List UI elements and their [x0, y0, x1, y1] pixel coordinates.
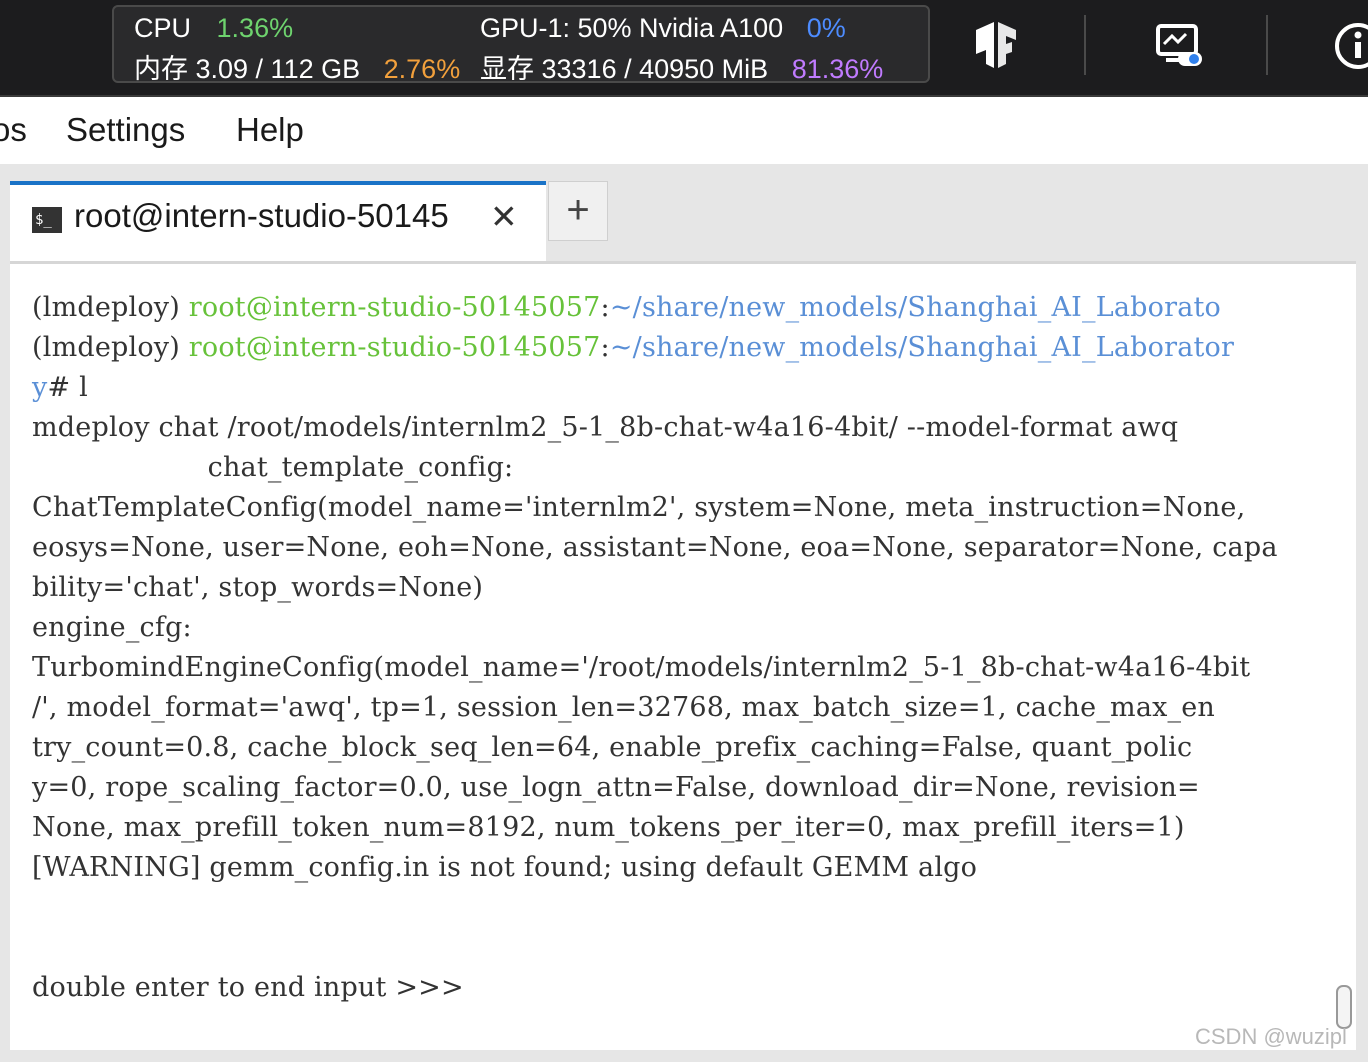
prompt-colon: :: [600, 332, 610, 363]
menu-item-settings[interactable]: Settings: [66, 111, 185, 149]
vram-row: 显存 33316 / 40950 MiB 81.36%: [480, 47, 883, 86]
prompt-colon: :: [600, 292, 610, 323]
terminal-line: None, max_prefill_token_num=8192, num_to…: [32, 812, 1185, 843]
gpu-label: GPU-1: 50% Nvidia A100: [480, 13, 784, 43]
terminal-line: engine_cfg:: [32, 612, 192, 643]
terminal-line: y=0, rope_scaling_factor=0.0, use_logn_a…: [32, 772, 1200, 803]
terminal-line: (lmdeploy) root@intern-studio-50145057:~…: [32, 292, 1221, 323]
menu-bar: os Settings Help: [0, 97, 1368, 164]
watermark: CSDN @wuzipl: [1195, 1024, 1347, 1049]
gpu-value: 0%: [806, 13, 846, 43]
terminal-tab[interactable]: $_ root@intern-studio-50145 ✕: [10, 181, 546, 264]
terminal-line: try_count=0.8, cache_block_seq_len=64, e…: [32, 732, 1193, 763]
terminal-line: ChatTemplateConfig(model_name='internlm2…: [32, 492, 1246, 523]
input-prompt: double enter to end input >>>: [32, 972, 464, 1003]
prompt-user: root@intern-studio-50145057: [188, 292, 601, 323]
terminal-line: [WARNING] gemm_config.in is not found; u…: [32, 852, 978, 883]
resource-monitor: CPU 1.36% 内存 3.09 / 112 GB 2.76% GPU-1: …: [112, 5, 930, 86]
new-tab-button[interactable]: +: [548, 181, 608, 241]
command-text: # l: [47, 372, 88, 403]
mem-row: 内存 3.09 / 112 GB 2.76%: [134, 47, 460, 86]
gpu-row: GPU-1: 50% Nvidia A100 0%: [480, 13, 846, 44]
mem-label: 内存 3.09 / 112 GB: [134, 54, 361, 84]
terminal-line: (lmdeploy) root@intern-studio-50145057:~…: [32, 332, 1234, 363]
prompt-user: root@intern-studio-50145057: [188, 332, 601, 363]
cpu-label: CPU: [134, 13, 192, 43]
vram-label: 显存 33316 / 40950 MiB: [480, 54, 769, 84]
env-prefix: (lmdeploy): [32, 292, 189, 323]
terminal-line: chat_template_config:: [32, 452, 514, 483]
prompt-path: ~/share/new_models/Shanghai_AI_Laborato: [609, 292, 1221, 323]
close-icon[interactable]: ✕: [490, 197, 518, 236]
prompt-path: ~/share/new_models/Shanghai_AI_Laborator: [609, 332, 1235, 363]
left-border: [0, 264, 10, 1062]
terminal-line: eosys=None, user=None, eoh=None, assista…: [32, 532, 1278, 563]
menu-item-tabs[interactable]: os: [0, 111, 27, 149]
terminal-line: y# l: [32, 372, 88, 403]
terminal-icon: $_: [32, 207, 62, 233]
tensorflow-icon[interactable]: [972, 22, 1020, 75]
menu-item-help[interactable]: Help: [236, 111, 304, 149]
terminal-scrollbar[interactable]: [1336, 985, 1352, 1029]
cpu-value: 1.36%: [216, 13, 294, 43]
terminal-line: bility='chat', stop_words=None): [32, 572, 484, 603]
terminal-line: mdeploy chat /root/models/internlm2_5-1_…: [32, 412, 1179, 443]
info-icon[interactable]: [1334, 22, 1368, 75]
bottom-border: [0, 1050, 1368, 1062]
terminal-line: /', model_format='awq', tp=1, session_le…: [32, 692, 1216, 723]
right-border: [1356, 164, 1368, 1062]
toolbar-divider: [1084, 15, 1086, 75]
vram-value: 81.36%: [791, 54, 884, 84]
terminal-line: TurbomindEngineConfig(model_name='/root/…: [32, 652, 1251, 683]
cpu-row: CPU 1.36%: [134, 13, 293, 44]
mem-value: 2.76%: [383, 54, 461, 84]
top-status-bar: CPU 1.36% 内存 3.09 / 112 GB 2.76% GPU-1: …: [0, 0, 1368, 97]
prompt-path: y: [32, 372, 48, 403]
toolbar-divider: [1266, 15, 1268, 75]
env-prefix: (lmdeploy): [32, 332, 189, 363]
terminal-output[interactable]: (lmdeploy) root@intern-studio-50145057:~…: [10, 264, 1356, 1050]
monitor-settings-icon[interactable]: [1156, 24, 1204, 73]
tab-title: root@intern-studio-50145: [74, 197, 449, 234]
tab-bar: $_ root@intern-studio-50145 ✕ +: [0, 164, 1368, 264]
